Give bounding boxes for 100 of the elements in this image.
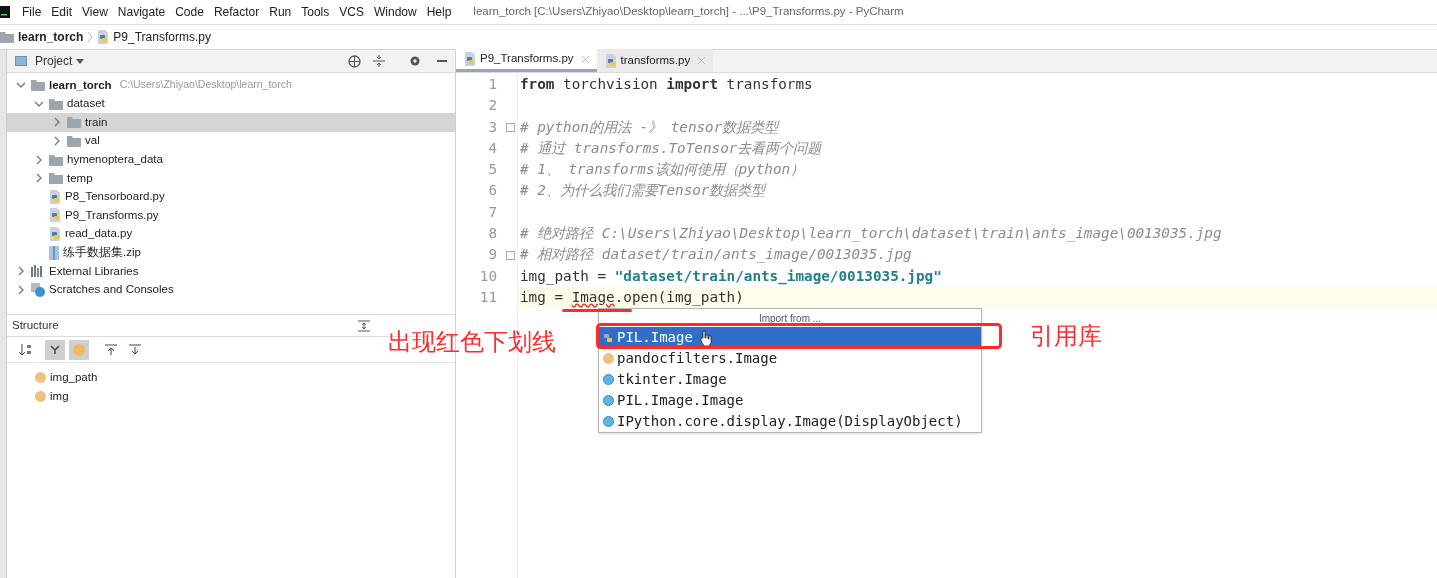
chevron-right-icon[interactable] — [52, 136, 62, 147]
scroll-from-source-icon[interactable] — [105, 343, 117, 356]
tree-item[interactable]: Scratches and Consoles — [7, 280, 455, 300]
menu-item[interactable]: Help — [426, 3, 452, 21]
editor-tab[interactable]: transforms.py — [596, 49, 714, 72]
tree-item[interactable]: 练手数据集.zip — [7, 243, 455, 262]
popup-item[interactable]: pandocfilters.Image — [599, 348, 981, 369]
code-text: "dataset/train/ants_image/0013035.jpg" — [614, 266, 942, 287]
code-text: # 2、为什么我们需要Tensor数据类型 — [520, 181, 766, 201]
tree-item[interactable]: P8_Tensorboard.py — [7, 187, 455, 207]
tree-item[interactable]: learn_torch C:\Users\Zhiyao\Desktop\learn_torch — [7, 76, 455, 95]
code-text: from — [520, 75, 555, 94]
toggle-inherited-button[interactable] — [45, 339, 65, 360]
breadcrumb-item[interactable]: P9_Transforms.py — [113, 28, 211, 46]
menu-item[interactable]: View — [82, 3, 108, 21]
python-file-icon — [49, 189, 61, 204]
chevron-right-icon[interactable] — [52, 117, 62, 128]
chevron-right-icon[interactable] — [16, 266, 26, 277]
tree-item[interactable]: val — [7, 131, 455, 151]
folder-icon — [67, 116, 81, 129]
tree-item[interactable]: P9_Transforms.py — [7, 206, 455, 225]
menu-item[interactable]: Edit — [51, 3, 73, 21]
line-number: 3 — [487, 117, 497, 137]
folder-icon — [49, 172, 63, 185]
popup-item[interactable]: tkinter.Image — [599, 369, 981, 390]
chevron-right-icon[interactable] — [34, 173, 44, 184]
tree-item[interactable]: read_data.py — [7, 224, 455, 244]
code-text: # 相对路径 dataset/train/ants_image/0013035.jpg — [520, 245, 912, 265]
fold-icon[interactable] — [506, 122, 515, 132]
line-number: 2 — [487, 96, 497, 116]
tree-item[interactable]: train — [7, 113, 455, 132]
dropdown-icon[interactable] — [76, 58, 85, 64]
chevron-right-icon — [87, 31, 94, 43]
menu-item[interactable]: Code — [175, 3, 204, 21]
hand-cursor-icon — [699, 329, 712, 346]
popup-item[interactable]: PIL.Image.Image — [599, 390, 981, 411]
class-icon — [603, 374, 614, 385]
menu-item[interactable]: Window — [373, 3, 417, 21]
folder-icon — [31, 79, 45, 92]
app-logo-icon — [0, 6, 10, 18]
code-text: # 绝对路径 C:\Users\Zhiyao\Desktop\learn_torch\dataset\train\ants_image\0013035.jpg — [520, 224, 1222, 244]
toggle-fields-button[interactable] — [69, 339, 89, 360]
structure-item[interactable]: img — [7, 387, 455, 406]
breadcrumb-item[interactable]: learn_torch — [18, 28, 84, 46]
code-text: transforms — [725, 75, 813, 94]
structure-item[interactable]: img_path — [7, 368, 455, 387]
menu-item[interactable]: Tools — [301, 3, 330, 21]
annotation-text: 引用库 — [1030, 321, 1102, 351]
menu-item[interactable]: File — [22, 3, 42, 21]
tree-item[interactable]: hymenoptera_data — [7, 150, 455, 169]
line-number: 1 — [487, 75, 497, 94]
tree-item[interactable]: External Libraries — [7, 261, 455, 281]
popup-item[interactable]: PIL.Image — [599, 327, 981, 348]
menu-item[interactable]: Run — [269, 3, 292, 21]
tree-item[interactable]: temp — [7, 168, 455, 188]
popup-item[interactable]: IPython.core.display.Image(DisplayObject) — [599, 411, 981, 432]
fold-icon[interactable] — [506, 250, 515, 260]
scratches-icon — [31, 282, 45, 297]
sort-icon[interactable] — [19, 343, 33, 356]
window-title: learn_torch [C:\Users\Zhiyao\Desktop\learn_torch] - ...\P9_Transforms.py - PyCharm — [473, 4, 904, 20]
hierarchy-icon — [50, 344, 60, 355]
line-number: 8 — [487, 224, 497, 244]
archive-icon — [49, 245, 59, 260]
project-view-icon — [15, 56, 27, 66]
python-file-icon — [603, 331, 614, 344]
menu-item[interactable]: Refactor — [213, 3, 260, 21]
library-icon — [31, 265, 45, 278]
editor-tab[interactable]: P9_Transforms.py — [456, 49, 597, 72]
line-number: 4 — [487, 138, 497, 158]
python-file-icon — [97, 30, 110, 44]
folder-icon — [0, 31, 14, 43]
panel-title: Structure — [12, 317, 59, 333]
expand-icon[interactable] — [358, 319, 370, 332]
variable-icon — [603, 353, 614, 364]
scroll-to-source-icon[interactable] — [129, 343, 141, 356]
class-icon — [603, 395, 614, 406]
code-text: # python的用法 -》 tensor数据类型 — [520, 117, 779, 137]
code-text: Image — [571, 287, 615, 307]
menu-item[interactable]: VCS — [339, 3, 364, 21]
chevron-right-icon[interactable] — [16, 284, 26, 295]
code-text: # 通过 transforms.ToTensor去看两个问题 — [520, 138, 822, 158]
menu-item[interactable]: Navigate — [117, 3, 166, 21]
popup-header: Import from ... — [757, 312, 823, 326]
settings-icon[interactable] — [409, 55, 421, 67]
line-number: 7 — [487, 202, 497, 222]
line-number: 5 — [487, 160, 497, 180]
folder-icon — [49, 97, 63, 110]
code-text: .open(img_path) — [614, 287, 744, 308]
chevron-right-icon[interactable] — [34, 154, 44, 165]
locate-icon[interactable] — [348, 54, 361, 68]
line-number: 11 — [478, 287, 497, 307]
tree-item[interactable]: dataset — [7, 94, 455, 114]
class-icon — [603, 416, 614, 427]
field-icon — [73, 343, 85, 356]
collapse-icon[interactable] — [373, 55, 385, 67]
folder-icon — [49, 153, 63, 166]
panel-title[interactable]: Project — [35, 52, 73, 70]
code-text: img_path = — [520, 266, 608, 287]
annotation-text: 出现红色下划线 — [388, 327, 556, 357]
variable-icon — [35, 372, 46, 383]
